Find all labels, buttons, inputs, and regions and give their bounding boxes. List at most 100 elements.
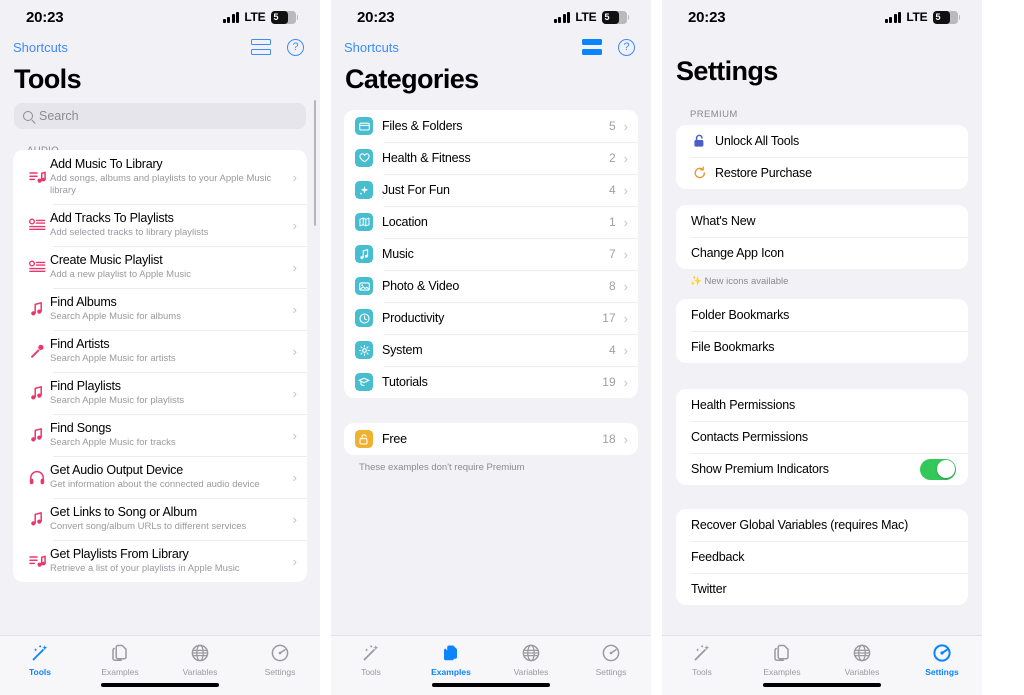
show-premium-indicators-toggle[interactable] xyxy=(920,458,956,480)
list-item[interactable]: Files & Folders 5 › xyxy=(344,110,638,142)
tool-subtitle: Add a new playlist to Apple Music xyxy=(50,269,191,280)
scrollbar[interactable] xyxy=(313,100,316,226)
tab-tools[interactable]: Tools xyxy=(0,642,80,677)
table-row[interactable]: Create Music Playlist Add a new playlist… xyxy=(13,246,307,288)
table-row[interactable]: Add Music To Library Add songs, albums a… xyxy=(13,150,307,204)
globe-icon xyxy=(852,642,872,664)
settings-row-whats-new[interactable]: What's New xyxy=(676,205,968,237)
about-footer-text: New icons available xyxy=(704,276,789,287)
list-item-free[interactable]: Free 18 › xyxy=(344,423,638,455)
tab-variables[interactable]: Variables xyxy=(491,642,571,677)
list-item[interactable]: Just For Fun 4 › xyxy=(344,174,638,206)
panel-divider xyxy=(320,0,331,695)
settings-row-show-premium-indicators[interactable]: Show Premium Indicators xyxy=(676,453,968,485)
table-row[interactable]: Find Albums Search Apple Music for album… xyxy=(13,288,307,330)
settings-row-change-app-icon[interactable]: Change App Icon xyxy=(676,237,968,269)
layout-toggle-icon[interactable] xyxy=(251,39,271,55)
table-row[interactable]: Get Audio Output Device Get information … xyxy=(13,456,307,498)
table-row[interactable]: Find Artists Search Apple Music for arti… xyxy=(13,330,307,372)
list-item[interactable]: System 4 › xyxy=(344,334,638,366)
documents-icon xyxy=(441,642,461,664)
tab-label: Examples xyxy=(763,667,801,677)
tab-examples[interactable]: Examples xyxy=(742,642,822,677)
settings-row-contacts-permissions[interactable]: Contacts Permissions xyxy=(676,421,968,453)
tool-title: Get Playlists From Library xyxy=(50,547,189,561)
list-item[interactable]: Photo & Video 8 › xyxy=(344,270,638,302)
tab-tools[interactable]: Tools xyxy=(662,642,742,677)
search-input[interactable]: Search xyxy=(14,103,306,129)
tool-title: Find Playlists xyxy=(50,379,121,393)
status-bar: 20:23 LTE 5 xyxy=(331,0,651,34)
settings-label: Restore Purchase xyxy=(715,166,812,180)
free-card: Free 18 › xyxy=(344,423,638,455)
help-icon[interactable]: ? xyxy=(287,38,304,56)
settings-row-folder-bookmarks[interactable]: Folder Bookmarks xyxy=(676,299,968,331)
settings-row-file-bookmarks[interactable]: File Bookmarks xyxy=(676,331,968,363)
category-count: 19 xyxy=(602,375,616,389)
category-label: Health & Fitness xyxy=(382,151,471,165)
back-to-shortcuts-link[interactable]: Shortcuts xyxy=(344,40,399,55)
list-item[interactable]: Productivity 17 › xyxy=(344,302,638,334)
list-item[interactable]: Location 1 › xyxy=(344,206,638,238)
premium-card: Unlock All Tools Restore Purchase xyxy=(676,125,968,189)
category-count: 4 xyxy=(608,183,616,197)
settings-row-recover-global-variables[interactable]: Recover Global Variables (requires Mac) xyxy=(676,509,968,541)
list-item[interactable]: Tutorials 19 › xyxy=(344,366,638,398)
tab-label: Variables xyxy=(182,667,218,677)
list-item[interactable]: Music 7 › xyxy=(344,238,638,270)
tab-settings[interactable]: Settings xyxy=(571,642,651,677)
list-item[interactable]: Health & Fitness 2 › xyxy=(344,142,638,174)
category-label: Productivity xyxy=(382,311,445,325)
category-label: Music xyxy=(382,247,414,261)
tab-label: Examples xyxy=(431,667,471,677)
settings-label: Unlock All Tools xyxy=(715,134,800,148)
table-row[interactable]: Get Links to Song or Album Convert song/… xyxy=(13,498,307,540)
category-count: 2 xyxy=(608,151,616,165)
tool-title: Get Links to Song or Album xyxy=(50,505,197,519)
settings-row-unlock-all-tools[interactable]: Unlock All Tools xyxy=(676,125,968,157)
layout-toggle-icon[interactable] xyxy=(582,39,602,55)
table-row[interactable]: Get Playlists From Library Retrieve a li… xyxy=(13,540,307,582)
settings-row-restore-purchase[interactable]: Restore Purchase xyxy=(676,157,968,189)
table-row[interactable]: Find Playlists Search Apple Music for pl… xyxy=(13,372,307,414)
battery-level: 5 xyxy=(273,11,279,22)
globe-icon xyxy=(521,642,541,664)
page-title: Settings xyxy=(676,56,778,86)
category-count: 1 xyxy=(608,215,616,229)
settings-row-twitter[interactable]: Twitter xyxy=(676,573,968,605)
chevron-right-icon: › xyxy=(623,310,628,326)
battery-level: 5 xyxy=(935,11,941,22)
tool-subtitle: Convert song/album URLs to different ser… xyxy=(50,521,247,532)
table-row[interactable]: Find Songs Search Apple Music for tracks… xyxy=(13,414,307,456)
tab-variables[interactable]: Variables xyxy=(160,642,240,677)
tab-label: Settings xyxy=(264,667,296,677)
home-indicator xyxy=(101,682,219,687)
help-icon[interactable]: ? xyxy=(618,38,635,56)
settings-row-health-permissions[interactable]: Health Permissions xyxy=(676,389,968,421)
table-row[interactable]: Add Tracks To Playlists Add selected tra… xyxy=(13,204,307,246)
tab-examples[interactable]: Examples xyxy=(411,642,491,677)
microphone-icon xyxy=(24,344,50,359)
tab-tools[interactable]: Tools xyxy=(331,642,411,677)
status-bar-time: 20:23 xyxy=(26,8,64,26)
restore-arrow-icon xyxy=(691,166,708,180)
tab-settings[interactable]: Settings xyxy=(902,642,982,677)
tool-title: Find Artists xyxy=(50,337,110,351)
tab-examples[interactable]: Examples xyxy=(80,642,160,677)
chevron-right-icon: › xyxy=(292,427,297,443)
back-to-shortcuts-link[interactable]: Shortcuts xyxy=(13,40,68,55)
settings-row-feedback[interactable]: Feedback xyxy=(676,541,968,573)
tab-bar: Tools Examples Variables Settings xyxy=(662,635,982,695)
about-footer: ✨ New icons available xyxy=(662,269,982,287)
search-placeholder: Search xyxy=(39,109,79,123)
tab-variables[interactable]: Variables xyxy=(822,642,902,677)
tools-list-scroll[interactable]: Add Music To Library Add songs, albums a… xyxy=(0,150,320,635)
category-count: 17 xyxy=(602,311,616,325)
nav-bar: Shortcuts ? xyxy=(331,34,651,60)
tab-settings[interactable]: Settings xyxy=(240,642,320,677)
gauge-icon xyxy=(932,642,952,664)
photo-icon xyxy=(355,277,373,295)
settings-label: Show Premium Indicators xyxy=(691,462,829,476)
chevron-right-icon: › xyxy=(623,214,628,230)
wand-sparkles-icon xyxy=(30,642,50,664)
